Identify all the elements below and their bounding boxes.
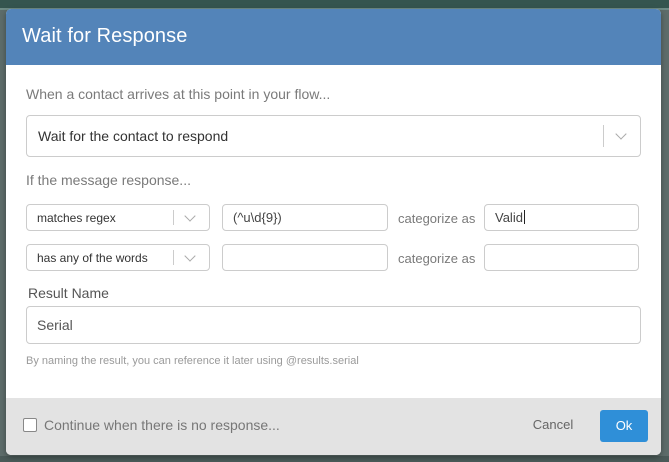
chevron-down-icon[interactable] <box>615 128 627 140</box>
backdrop-top <box>0 0 669 8</box>
result-name-value: Serial <box>37 317 73 333</box>
chevron-down-icon[interactable] <box>184 210 196 222</box>
intro-text: When a contact arrives at this point in … <box>26 86 331 102</box>
wait-for-response-dialog: Wait for Response When a contact arrives… <box>6 9 661 455</box>
text-cursor <box>523 210 525 224</box>
rule-operator-value: matches regex <box>37 211 116 225</box>
chevron-down-icon[interactable] <box>184 250 196 262</box>
rule-argument-value: (^u\d{9}) <box>233 210 282 225</box>
categorize-label: categorize as <box>398 211 476 226</box>
dialog-title: Wait for Response <box>22 25 188 47</box>
rule-operator-select[interactable]: matches regex <box>26 204 210 231</box>
result-name-label: Result Name <box>28 285 109 301</box>
result-hint: By naming the result, you can reference … <box>26 355 359 367</box>
rule-argument-input[interactable] <box>222 244 388 271</box>
select-divider <box>173 250 174 265</box>
action-type-value: Wait for the contact to respond <box>38 128 229 144</box>
categorize-label: categorize as <box>398 251 476 266</box>
dialog-header: Wait for Response <box>6 9 661 65</box>
rule-category-input[interactable] <box>484 244 639 271</box>
no-response-label[interactable]: Continue when there is no response... <box>44 417 280 433</box>
rule-operator-value: has any of the words <box>37 251 148 265</box>
backdrop-bottom <box>0 456 669 462</box>
action-type-select[interactable]: Wait for the contact to respond <box>26 115 641 157</box>
rule-category-value: Valid <box>495 210 525 225</box>
rule-argument-input[interactable]: (^u\d{9}) <box>222 204 388 231</box>
dialog-footer: Continue when there is no response... Ca… <box>6 398 661 455</box>
result-name-input[interactable]: Serial <box>26 306 641 344</box>
ok-button[interactable]: Ok <box>600 410 648 442</box>
rules-label: If the message response... <box>26 172 191 188</box>
select-divider <box>603 125 604 147</box>
select-divider <box>173 210 174 225</box>
rule-operator-select[interactable]: has any of the words <box>26 244 210 271</box>
rule-category-input[interactable]: Valid <box>484 204 639 231</box>
no-response-checkbox[interactable] <box>23 418 37 432</box>
cancel-button[interactable]: Cancel <box>524 410 582 440</box>
